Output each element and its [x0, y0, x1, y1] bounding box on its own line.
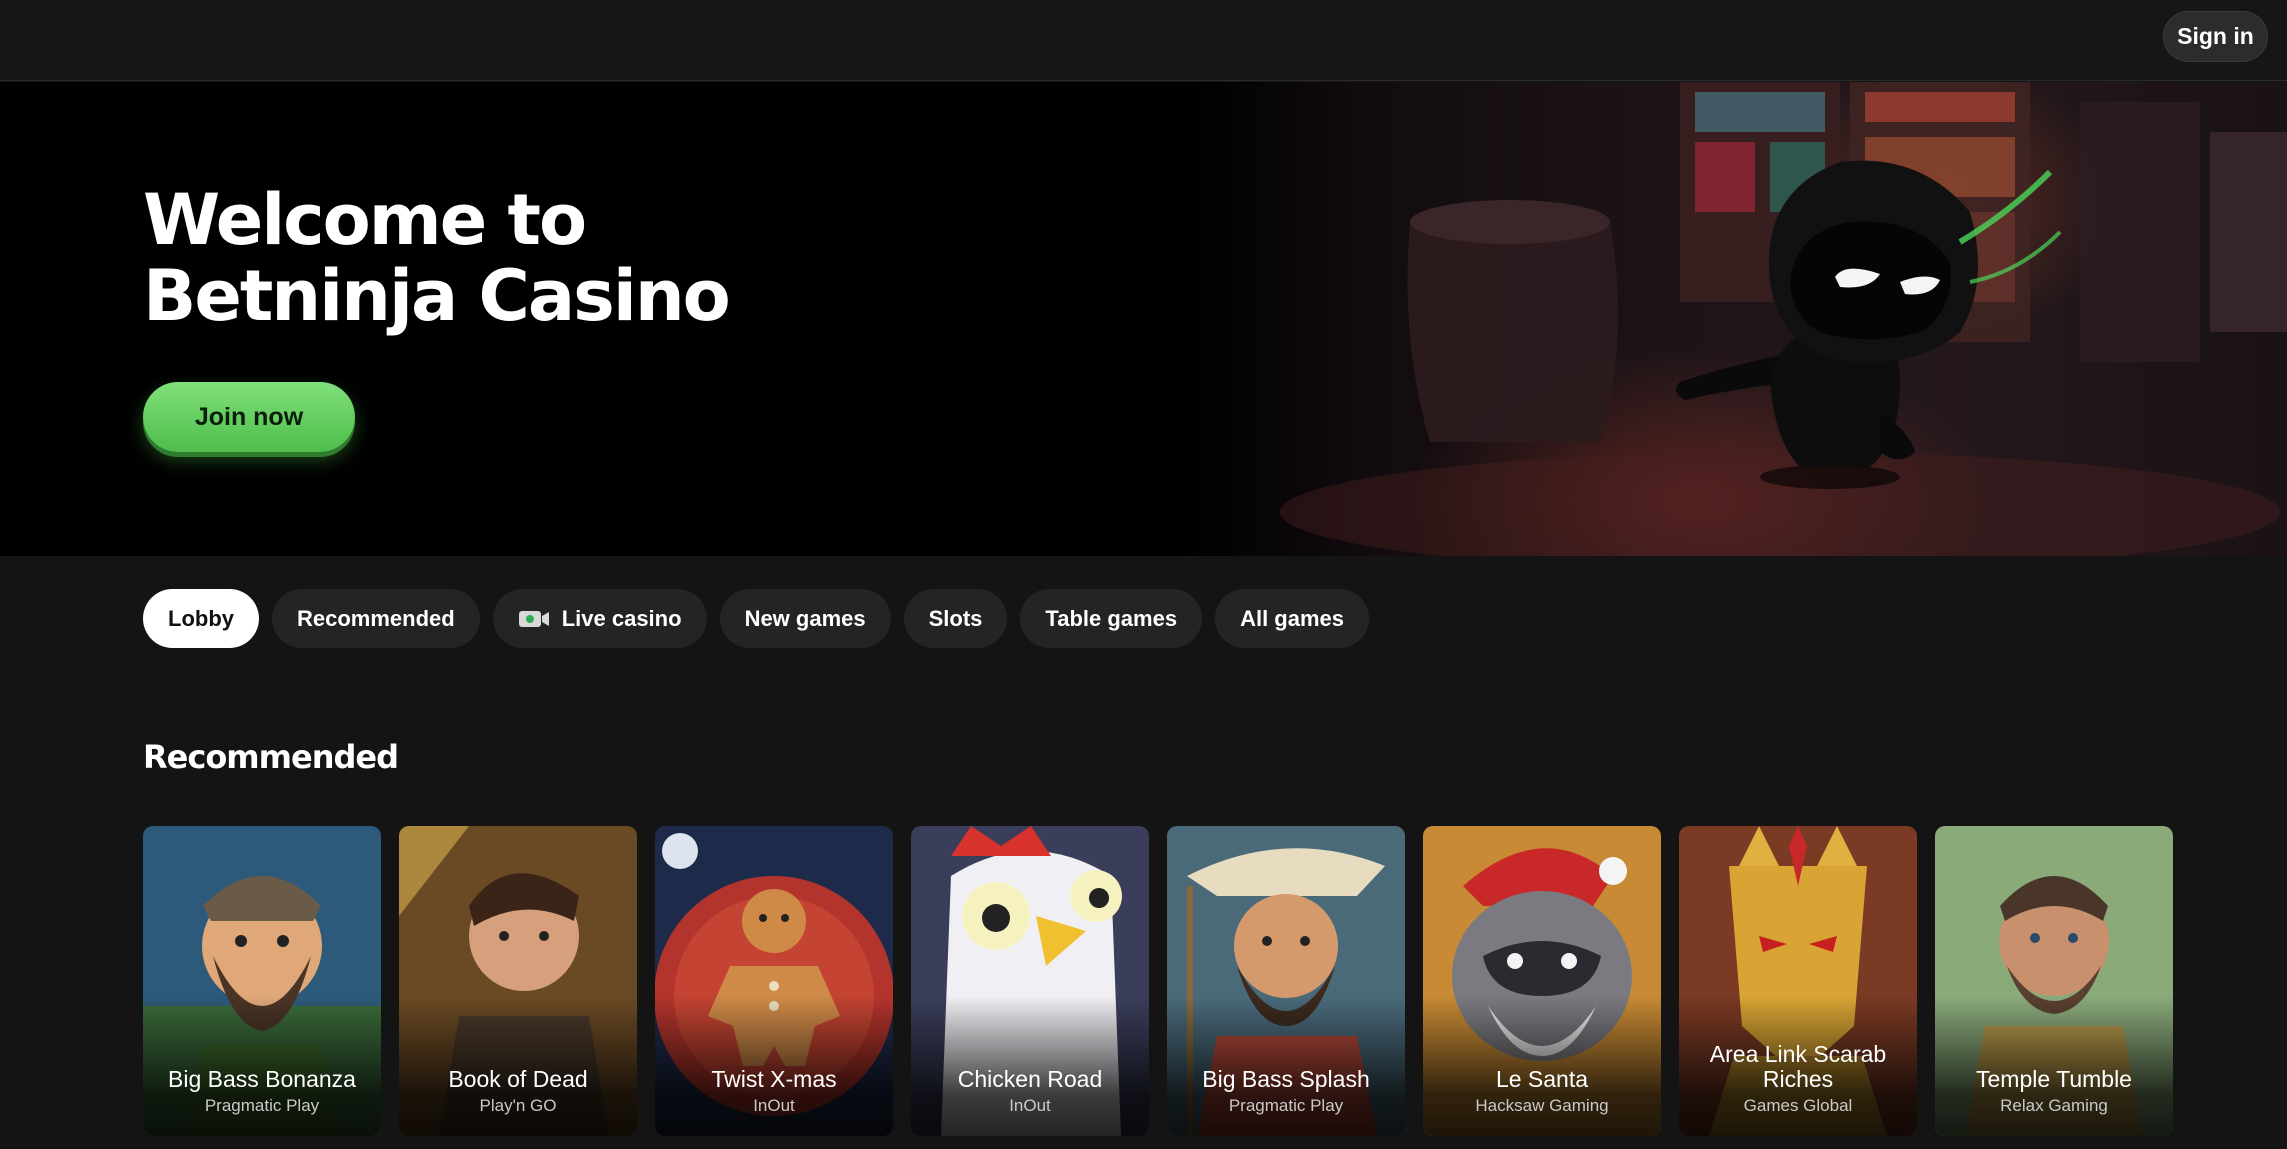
hero-ninja-illustration [1180, 82, 2287, 556]
top-bar: Sign in [0, 0, 2287, 81]
game-name: Big Bass Bonanza [168, 1066, 356, 1092]
game-provider: Hacksaw Gaming [1475, 1096, 1609, 1115]
hero-title-line2: Betninja Casino [143, 255, 731, 337]
game-provider: InOut [753, 1096, 795, 1115]
card-text: Area Link Scarab Riches Games Global [1679, 1042, 1917, 1116]
tab-new-games[interactable]: New games [719, 589, 891, 648]
tab-label: Slots [928, 605, 983, 631]
game-card[interactable]: Big Bass Bonanza Pragmatic Play [143, 826, 381, 1136]
game-provider: Pragmatic Play [1228, 1096, 1344, 1115]
tab-label: Table games [1045, 605, 1178, 631]
section-title-recommended: Recommended [143, 738, 399, 776]
tab-table-games[interactable]: Table games [1020, 589, 1203, 648]
game-name: Book of Dead [448, 1066, 588, 1092]
game-provider: Pragmatic Play [204, 1096, 320, 1115]
card-text: Big Bass Splash Pragmatic Play [1167, 1067, 1405, 1116]
sign-in-button[interactable]: Sign in [2163, 11, 2268, 62]
game-card[interactable]: Big Bass Splash Pragmatic Play [1167, 826, 1405, 1136]
game-name: Area Link Scarab Riches [1709, 1041, 1887, 1092]
tab-label: Lobby [168, 605, 234, 631]
game-card[interactable]: Le Santa Hacksaw Gaming [1423, 826, 1661, 1136]
hero-title: Welcome to Betninja Casino [143, 179, 731, 337]
game-card[interactable]: Temple Tumble Relax Gaming [1935, 826, 2173, 1136]
tab-slots[interactable]: Slots [903, 589, 1008, 648]
game-provider: InOut [1009, 1096, 1051, 1115]
video-camera-icon [518, 609, 550, 629]
tab-label: New games [744, 605, 866, 631]
game-card[interactable]: Area Link Scarab Riches Games Global [1679, 826, 1917, 1136]
game-provider: Play'n GO [479, 1096, 557, 1115]
game-card[interactable]: Twist X-mas InOut [655, 826, 893, 1136]
game-name: Temple Tumble [1976, 1066, 2132, 1092]
game-provider: Relax Gaming [2000, 1096, 2108, 1115]
hero-title-line1: Welcome to [143, 179, 587, 261]
game-name: Le Santa [1495, 1066, 1589, 1092]
game-name: Chicken Road [957, 1066, 1103, 1092]
game-provider: Games Global [1743, 1096, 1853, 1115]
card-text: Book of Dead Play'n GO [399, 1067, 637, 1116]
card-text: Twist X-mas InOut [655, 1067, 893, 1116]
game-name: Twist X-mas [711, 1066, 837, 1092]
tab-label: Recommended [297, 605, 455, 631]
category-tabs: Lobby Recommended Live casino New games … [143, 589, 1370, 648]
tab-lobby[interactable]: Lobby [143, 589, 259, 648]
game-name: Big Bass Splash [1202, 1066, 1370, 1092]
tab-label: All games [1240, 605, 1345, 631]
game-card[interactable]: Chicken Road InOut [911, 826, 1149, 1136]
tab-live-casino[interactable]: Live casino [492, 589, 707, 648]
tab-all-games[interactable]: All games [1215, 589, 1370, 648]
card-text: Big Bass Bonanza Pragmatic Play [143, 1067, 381, 1116]
card-text: Le Santa Hacksaw Gaming [1423, 1067, 1661, 1116]
recommended-games-row: Big Bass Bonanza Pragmatic Play Book of … [143, 826, 2173, 1136]
game-card[interactable]: Book of Dead Play'n GO [399, 826, 637, 1136]
tab-label: Live casino [561, 605, 682, 631]
card-text: Chicken Road InOut [911, 1067, 1149, 1116]
tab-recommended[interactable]: Recommended [272, 589, 480, 648]
hero-banner: Welcome to Betninja Casino Join now [0, 82, 2287, 556]
join-now-button[interactable]: Join now [143, 382, 355, 452]
card-text: Temple Tumble Relax Gaming [1935, 1067, 2173, 1116]
